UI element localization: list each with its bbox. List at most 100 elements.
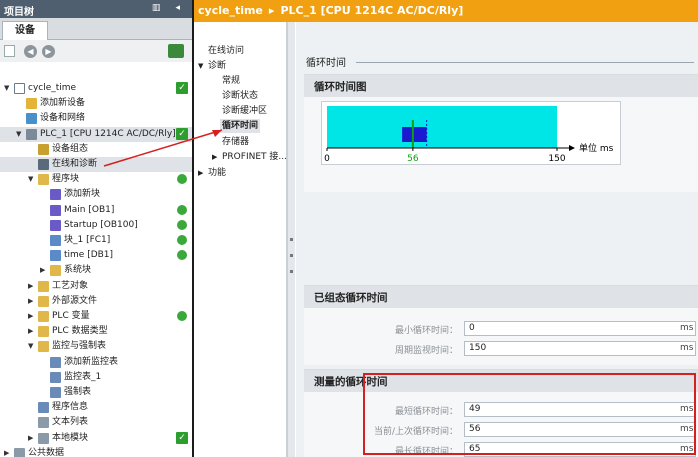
expand-arrow-icon[interactable]: ▶ [28, 294, 36, 309]
technology-objects-icon [38, 280, 49, 292]
project-tree: 项目树 ▥ ◂ 设备 ◀ ▶ ▼ cycle_time ✓ 添加新设备设备和网络 ▼ PL… [0, 0, 192, 457]
block-fc1-icon [50, 235, 61, 246]
nav-diagnostics[interactable]: 诊断 [208, 59, 226, 73]
tree-item-label: 添加新设备 [40, 98, 86, 109]
tree-item-label: PLC 数据类型 [52, 326, 108, 337]
nav-diagnostic-status[interactable]: 诊断状态 [222, 89, 258, 103]
tree-item-online-and-diagnostics[interactable]: 在线和诊断 [0, 157, 192, 172]
tree-item-label: Main [OB1] [64, 204, 115, 215]
tree-item-text-lists[interactable]: 文本列表 [0, 415, 192, 430]
tree-item-watch-and-force-tables[interactable]: ▼ 监控与强制表 [0, 339, 192, 354]
expand-arrow-icon[interactable]: ▶ [28, 431, 36, 446]
tree-item-system-blocks[interactable]: ▶ 系统块 [0, 263, 192, 278]
x-tick-label: 56 [407, 154, 419, 164]
nav-cycle-time[interactable]: 循环时间 [220, 119, 261, 133]
tree-item-plc-tags[interactable]: ▶ PLC 变量 [0, 309, 192, 324]
tree-tab-bar: 设备 [0, 18, 192, 40]
expand-arrow-icon[interactable]: ▶ [28, 279, 36, 294]
tree-item-plc-data-types[interactable]: ▶ PLC 数据类型 [0, 324, 192, 339]
tree-item-plc-device[interactable]: ▼ PLC_1 [CPU 1214C AC/DC/Rly] ✓ [0, 126, 192, 142]
common-data-icon [14, 447, 25, 457]
tree-item-label: cycle_time [28, 83, 77, 93]
tree-item-label: 系统块 [64, 265, 92, 276]
tree-item-label: 添加新块 [64, 189, 101, 200]
configured-cycle-time-section: 已组态循环时间 最小循环时间： 0 ms 周期监视时间： 150 ms [304, 285, 698, 365]
nav-general[interactable]: 常规 [222, 74, 240, 88]
project-tree-title: 项目树 [4, 7, 34, 18]
unit-label: ms [680, 323, 694, 333]
splitter-grip-icon [290, 254, 293, 257]
online-and-diagnostics-icon [38, 159, 49, 170]
tree-item-project-root[interactable]: ▼ cycle_time ✓ [0, 81, 192, 96]
tree-item-force-table[interactable]: 强制表 [0, 385, 192, 400]
tree-item-label: 文本列表 [52, 417, 89, 428]
force-table-icon [50, 387, 61, 398]
panel-controls-icon[interactable]: ▥ ◂ [152, 3, 186, 13]
tree-item-add-new-watch-table[interactable]: 添加新监控表 [0, 355, 192, 370]
tree-item-program-info[interactable]: 程序信息 [0, 400, 192, 415]
nav-memory[interactable]: 存储器 [222, 135, 249, 149]
tree-item-label: 监控表_1 [64, 371, 102, 382]
expand-arrow-icon[interactable]: ▶ [40, 263, 48, 278]
consistency-check-icon: ✓ [176, 127, 188, 140]
forward-icon[interactable]: ▶ [42, 45, 55, 58]
breadcrumb-project: cycle_time [198, 4, 263, 17]
tree-item-technology-objects[interactable]: ▶ 工艺对象 [0, 279, 192, 294]
compare-icon[interactable] [168, 44, 184, 58]
tree-item-block-startup-ob100[interactable]: Startup [OB100] [0, 218, 192, 233]
tree-item-local-modules[interactable]: ▶ 本地模块 ✓ [0, 431, 192, 446]
section-title: 循环时间图 [304, 75, 698, 97]
tree-item-label: 程序信息 [52, 402, 89, 413]
collapse-arrow-icon[interactable]: ▼ [28, 339, 36, 354]
tree-item-device-configuration[interactable]: 设备组态 [0, 142, 192, 157]
tree-item-block-main-ob1[interactable]: Main [OB1] [0, 203, 192, 218]
nav-diagnostic-buffer[interactable]: 诊断缓冲区 [222, 104, 267, 118]
tree-item-add-new-block[interactable]: 添加新块 [0, 187, 192, 202]
min-cycle-time-field[interactable]: 0 [464, 321, 696, 336]
nav-profinet[interactable]: PROFINET 接... [222, 150, 287, 164]
consistency-check-icon: ✓ [176, 82, 188, 94]
section-title: 已组态循环时间 [304, 286, 698, 308]
expand-arrow-icon[interactable]: ▶ [28, 324, 36, 339]
collapse-arrow-icon[interactable]: ▼ [4, 81, 12, 96]
nav-functions[interactable]: 功能 [208, 166, 226, 180]
editor-header: cycle_time ▸ PLC_1 [CPU 1214C AC/DC/Rly] [194, 0, 698, 22]
expand-arrow-icon[interactable]: ▶ [198, 169, 203, 177]
nav-splitter[interactable] [287, 22, 295, 457]
expand-arrow-icon[interactable]: ▶ [28, 309, 36, 324]
project-tree-titlebar: 项目树 ▥ ◂ [0, 0, 192, 18]
min-cycle-time-label: 最小循环时间： [394, 326, 458, 336]
measured-range-bar [402, 127, 427, 142]
tree-item-label: time [DB1] [64, 250, 114, 261]
cycle-time-chart-section: 循环时间图 0 56 150 单位 ms [304, 74, 698, 192]
expand-arrow-icon[interactable]: ▶ [212, 153, 217, 161]
tree-item-label: 设备和网络 [40, 113, 86, 124]
block-time-db1-icon [50, 250, 61, 262]
tree-item-common-data[interactable]: ▶ 公共数据 [0, 446, 192, 457]
tree-item-block-time-db1[interactable]: time [DB1] [0, 248, 192, 263]
expand-arrow-icon[interactable]: ▶ [4, 446, 12, 457]
tree-item-label: 本地模块 [52, 432, 89, 443]
tree-item-label: 强制表 [64, 387, 92, 397]
tree-item-external-source-files[interactable]: ▶ 外部源文件 [0, 294, 192, 309]
external-source-files-icon [38, 295, 49, 307]
tree-item-program-blocks[interactable]: ▼ 程序块 [0, 172, 192, 187]
collapse-arrow-icon[interactable]: ▼ [28, 172, 36, 187]
add-new-watch-table-icon [50, 356, 61, 368]
tree-item-watch-table-1[interactable]: 监控表_1 [0, 370, 192, 385]
new-item-icon[interactable] [4, 45, 15, 57]
collapse-arrow-icon[interactable]: ▼ [16, 127, 24, 142]
back-icon[interactable]: ◀ [24, 45, 37, 58]
plc-device-icon [26, 128, 37, 140]
tree-item-block-fc1[interactable]: 块_1 [FC1] [0, 233, 192, 248]
tree-item-label: 工艺对象 [52, 280, 89, 291]
nav-online-access[interactable]: 在线访问 [208, 44, 244, 58]
tab-devices[interactable]: 设备 [2, 21, 48, 40]
collapse-arrow-icon[interactable]: ▼ [198, 62, 203, 70]
tree-item-add-new-device[interactable]: 添加新设备 [0, 96, 192, 111]
tree-item-label: PLC_1 [CPU 1214C AC/DC/Rly] [40, 128, 176, 139]
online-status-icon [177, 204, 187, 215]
tree-item-label: 外部源文件 [52, 295, 98, 306]
tree-item-devices-and-networks[interactable]: 设备和网络 [0, 111, 192, 126]
watchdog-time-field[interactable]: 150 [464, 341, 696, 356]
